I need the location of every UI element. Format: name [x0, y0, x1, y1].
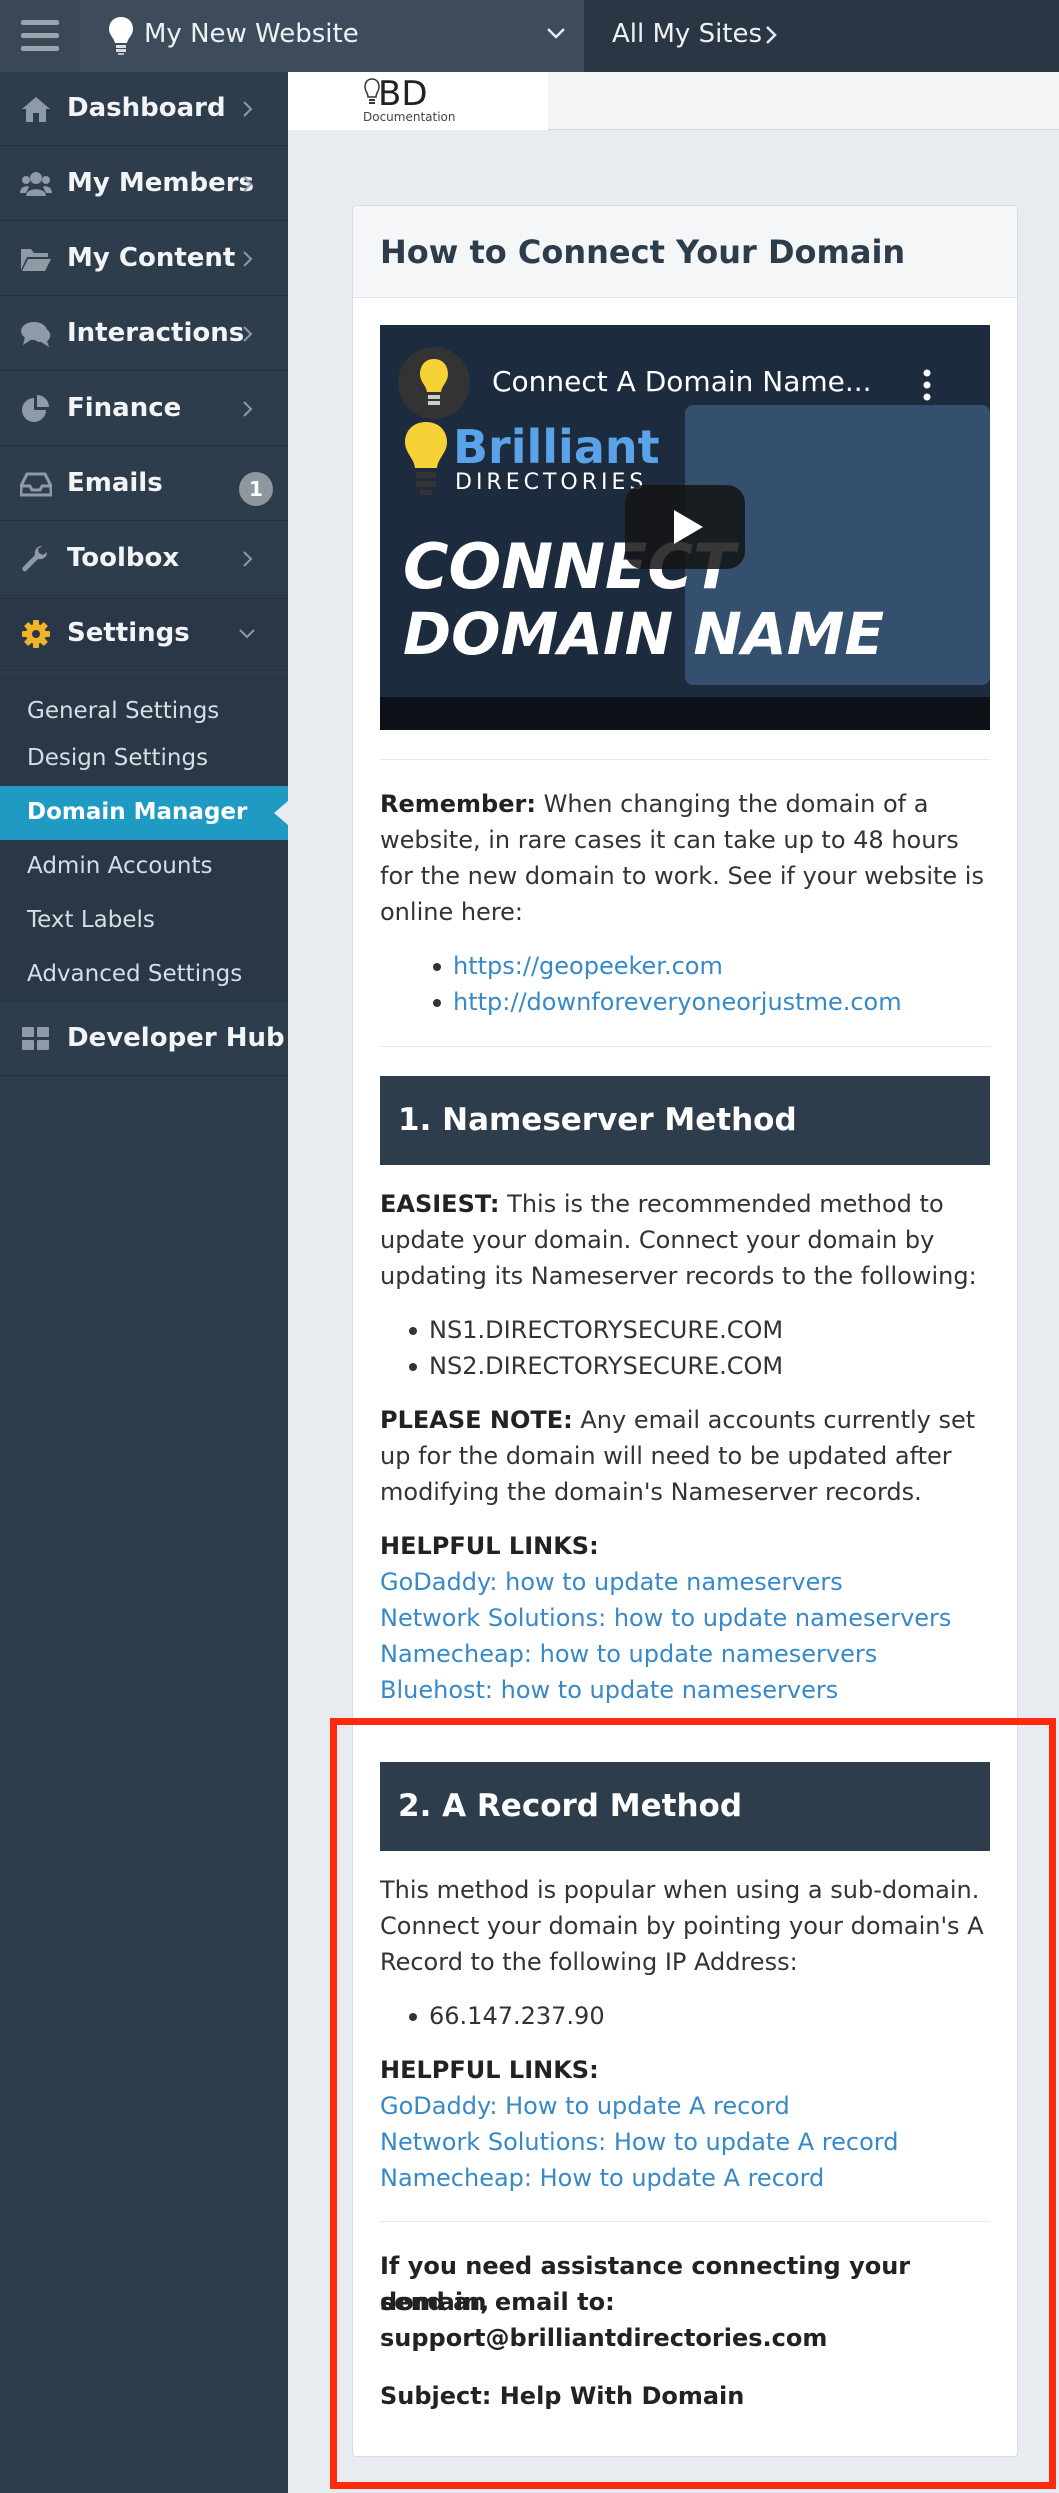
subitem-label: Text Labels: [27, 907, 155, 933]
grid-icon: [22, 1027, 49, 1050]
subitem-label: Domain Manager: [27, 799, 248, 825]
home-icon: [22, 97, 50, 122]
sidebar-item-label: My Members: [67, 168, 255, 198]
sidebar-subitem-admin-accounts[interactable]: Admin Accounts: [0, 840, 288, 894]
brand-lightbulb-icon: [405, 422, 447, 495]
sidebar-item-toolbox[interactable]: Toolbox: [0, 522, 288, 596]
sidebar-item-settings[interactable]: Settings: [0, 597, 288, 671]
sidebar-item-label: Interactions: [67, 318, 245, 348]
sidebar-item-label: My Content: [67, 243, 236, 273]
video-title[interactable]: Connect A Domain Name...: [492, 365, 872, 398]
sidebar-item-finance[interactable]: Finance: [0, 372, 288, 446]
sidebar-item-label: Finance: [67, 393, 182, 423]
sidebar-item-my-content[interactable]: My Content: [0, 222, 288, 296]
inbox-icon: [20, 472, 52, 497]
emails-count-badge: 1: [239, 472, 273, 506]
sidebar-item-dashboard[interactable]: Dashboard: [0, 72, 288, 146]
users-icon: [20, 172, 52, 196]
documentation-logo[interactable]: BD Documentation: [288, 72, 548, 130]
video-headline-2: DOMAIN NAME: [403, 600, 885, 668]
video-brand-sub: DIRECTORIES: [455, 470, 648, 495]
remember-paragraph: Remember: When changing the domain of a …: [380, 786, 995, 930]
nameserver-1: NS1.DIRECTORYSECURE.COM: [408, 1312, 783, 1348]
chevron-down-icon: [547, 28, 565, 39]
chevron-right-icon: [243, 101, 253, 117]
divider: [380, 1046, 990, 1047]
nameserver-2: NS2.DIRECTORYSECURE.COM: [408, 1348, 783, 1384]
godaddy-nameservers-link[interactable]: GoDaddy: how to update nameservers: [380, 1564, 843, 1600]
top-bar: My New Website All My Sites: [0, 0, 1059, 72]
network-solutions-nameservers-link[interactable]: Network Solutions: how to update nameser…: [380, 1600, 951, 1636]
nameserver-method-heading: 1. Nameserver Method: [380, 1076, 990, 1165]
all-sites-label: All My Sites: [612, 19, 763, 49]
sidebar-item-label: Settings: [67, 618, 190, 648]
highlight-box: [330, 1718, 1056, 2489]
site-name: My New Website: [144, 19, 359, 49]
sidebar-subitem-domain-manager[interactable]: Domain Manager: [0, 786, 288, 840]
card-title: How to Connect Your Domain: [380, 233, 906, 271]
lightbulb-icon: [109, 17, 133, 55]
subitem-label: Admin Accounts: [27, 853, 213, 879]
remember-lead: Remember:: [380, 790, 536, 818]
card-header: How to Connect Your Domain: [353, 206, 1017, 298]
wrench-icon: [22, 546, 47, 572]
sidebar-item-my-members[interactable]: My Members: [0, 147, 288, 221]
channel-avatar[interactable]: [398, 347, 470, 419]
sidebar-item-label: Developer Hub: [67, 1023, 285, 1053]
hamburger-line: [21, 46, 59, 51]
folder-icon: [21, 249, 51, 271]
divider: [380, 759, 990, 760]
subitem-label: Design Settings: [27, 745, 209, 771]
video-player[interactable]: Connect A Domain Name... Brilliant DIREC…: [380, 325, 990, 730]
subitem-label: General Settings: [27, 698, 220, 724]
menu-toggle-button[interactable]: [0, 0, 80, 72]
easiest-lead: EASIEST:: [380, 1190, 500, 1218]
chevron-right-icon: [766, 26, 777, 44]
downforeveryone-link[interactable]: http://downforeveryoneorjustme.com: [433, 984, 902, 1020]
subitem-label: Advanced Settings: [27, 961, 243, 987]
logo-caption: Documentation: [363, 110, 456, 124]
settings-submenu: General Settings Design Settings Domain …: [0, 675, 288, 1002]
chevron-right-icon: [243, 176, 253, 192]
namecheap-nameservers-link[interactable]: Namecheap: how to update nameservers: [380, 1636, 877, 1672]
sidebar-subitem-advanced-settings[interactable]: Advanced Settings: [0, 948, 288, 1002]
all-sites-link[interactable]: All My Sites: [584, 0, 1059, 72]
section-heading-text: 1. Nameserver Method: [398, 1102, 797, 1138]
sidebar-item-developer-hub[interactable]: Developer Hub: [0, 1002, 288, 1076]
logo-strip: BD Documentation: [288, 72, 1059, 130]
please-note-lead: PLEASE NOTE:: [380, 1406, 573, 1434]
sidebar-item-label: Dashboard: [67, 93, 226, 123]
sidebar-item-label: Toolbox: [67, 543, 180, 573]
chevron-right-icon: [243, 251, 253, 267]
chevron-right-icon: [243, 401, 253, 417]
video-control-bar: [380, 697, 990, 730]
play-button[interactable]: [625, 485, 745, 569]
nameserver-note: PLEASE NOTE: Any email accounts currentl…: [380, 1402, 995, 1510]
helpful-links-label: HELPFUL LINKS:: [380, 1532, 599, 1560]
gear-icon: [22, 620, 50, 648]
sidebar-item-interactions[interactable]: Interactions: [0, 297, 288, 371]
more-options-icon[interactable]: [922, 369, 932, 401]
sidebar-item-label: Emails: [67, 468, 163, 498]
geopeeker-link[interactable]: https://geopeeker.com: [433, 948, 723, 984]
pie-chart-icon: [22, 395, 49, 422]
sidebar-item-emails[interactable]: Emails 1: [0, 447, 288, 521]
bluehost-nameservers-link[interactable]: Bluehost: how to update nameservers: [380, 1672, 838, 1708]
site-selector[interactable]: My New Website: [80, 0, 584, 72]
nameserver-intro: EASIEST: This is the recommended method …: [380, 1186, 995, 1294]
comments-icon: [21, 322, 51, 347]
chevron-right-icon: [243, 326, 253, 342]
sidebar-subitem-general-settings[interactable]: General Settings: [0, 685, 288, 739]
lightbulb-icon: [420, 359, 448, 405]
sidebar: Dashboard My Members My Content Interact…: [0, 72, 288, 2493]
hamburger-line: [21, 33, 59, 38]
sidebar-subitem-text-labels[interactable]: Text Labels: [0, 894, 288, 948]
chevron-right-icon: [243, 551, 253, 567]
sidebar-subitem-design-settings[interactable]: Design Settings: [0, 732, 288, 786]
hamburger-line: [21, 20, 59, 25]
logo-letters: BD: [378, 74, 428, 114]
video-brand-name: Brilliant: [453, 420, 660, 474]
chevron-down-icon: [239, 629, 255, 639]
